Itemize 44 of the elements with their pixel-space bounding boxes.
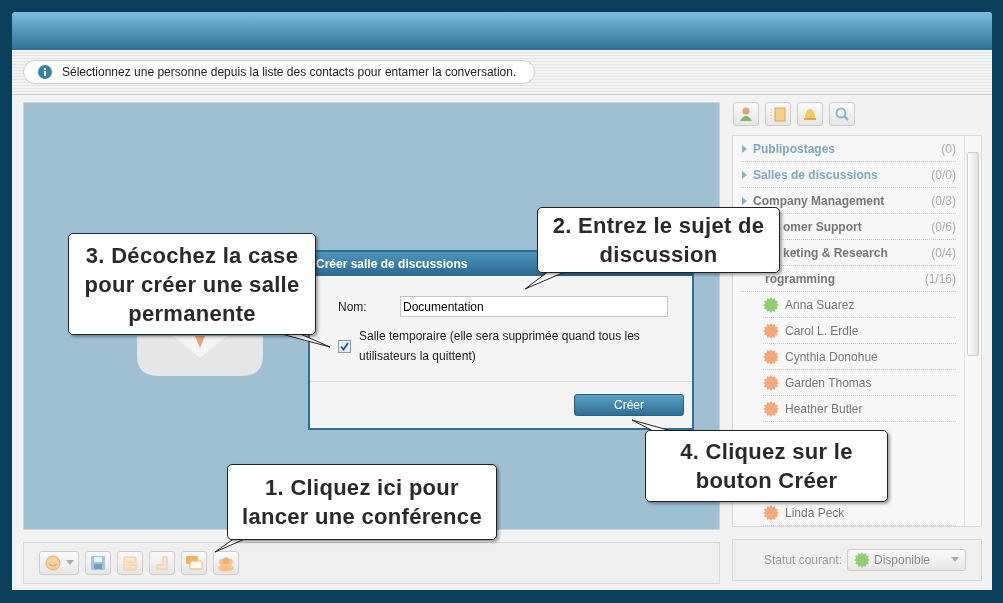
contacts-button[interactable] bbox=[733, 102, 759, 126]
expand-arrow-icon[interactable] bbox=[741, 196, 747, 205]
contact-group[interactable]: Salles de discussions (0/0) bbox=[741, 162, 956, 188]
alerts-button[interactable] bbox=[797, 102, 823, 126]
smiley-icon bbox=[44, 554, 62, 572]
status-dropdown[interactable]: Disponible bbox=[847, 549, 966, 571]
directory-button[interactable] bbox=[765, 102, 791, 126]
contact-name[interactable]: Anna Suarez bbox=[785, 297, 855, 312]
contact-name[interactable]: Linda Peck bbox=[785, 505, 845, 520]
create-button[interactable]: Créer bbox=[574, 394, 684, 416]
checkbox[interactable] bbox=[338, 340, 351, 353]
chat-button[interactable] bbox=[181, 551, 207, 575]
notepad-icon bbox=[121, 554, 139, 572]
callout-tooltip: 2. Entrez le sujet de discussion bbox=[537, 207, 780, 273]
contact-name[interactable]: Carol L. Erdle bbox=[785, 323, 859, 338]
status-label: Statut courant: bbox=[763, 553, 842, 567]
callout-tooltip: 1. Cliquez ici pour lancer une conférence bbox=[227, 464, 497, 540]
search-icon bbox=[833, 105, 851, 123]
contact-name[interactable]: Garden Thomas bbox=[785, 375, 872, 390]
contact-group[interactable]: Publipostages (0) bbox=[741, 136, 956, 162]
info-text: Sélectionnez une personne depuis la liste des contacts pour entamer la conversation. bbox=[62, 65, 517, 79]
name-field[interactable]: Documentation bbox=[400, 296, 668, 317]
contact-name[interactable]: Heather Butler bbox=[785, 401, 863, 416]
callout-tooltip: 3. Décochez la case pour créer une salle permanente bbox=[68, 233, 316, 335]
expand-arrow-icon[interactable] bbox=[741, 170, 747, 179]
speech-bubbles-icon bbox=[185, 554, 203, 572]
field-label: Nom: bbox=[338, 299, 368, 314]
folder-icon bbox=[769, 105, 787, 123]
search-button[interactable] bbox=[829, 102, 855, 126]
callout-tooltip: 4. Cliquez sur le bouton Créer bbox=[645, 430, 888, 502]
calendar-button[interactable] bbox=[117, 551, 143, 575]
contact-name[interactable]: Cynthia Donohue bbox=[785, 349, 878, 364]
conference-button[interactable] bbox=[213, 551, 239, 575]
caret-icon bbox=[951, 557, 959, 563]
scrollbar[interactable] bbox=[964, 136, 981, 526]
emoji-button[interactable] bbox=[39, 551, 79, 575]
caret-icon bbox=[66, 560, 74, 566]
return-button[interactable] bbox=[149, 551, 175, 575]
checkbox-label: Salle temporaire (elle sera supprimée quand tous les utilisateurs la quittent) bbox=[359, 328, 641, 365]
person-icon bbox=[737, 105, 755, 123]
save-button[interactable] bbox=[85, 551, 111, 575]
expand-arrow-icon[interactable] bbox=[741, 144, 747, 153]
return-arrow-icon bbox=[153, 554, 171, 572]
info-icon bbox=[38, 65, 52, 79]
